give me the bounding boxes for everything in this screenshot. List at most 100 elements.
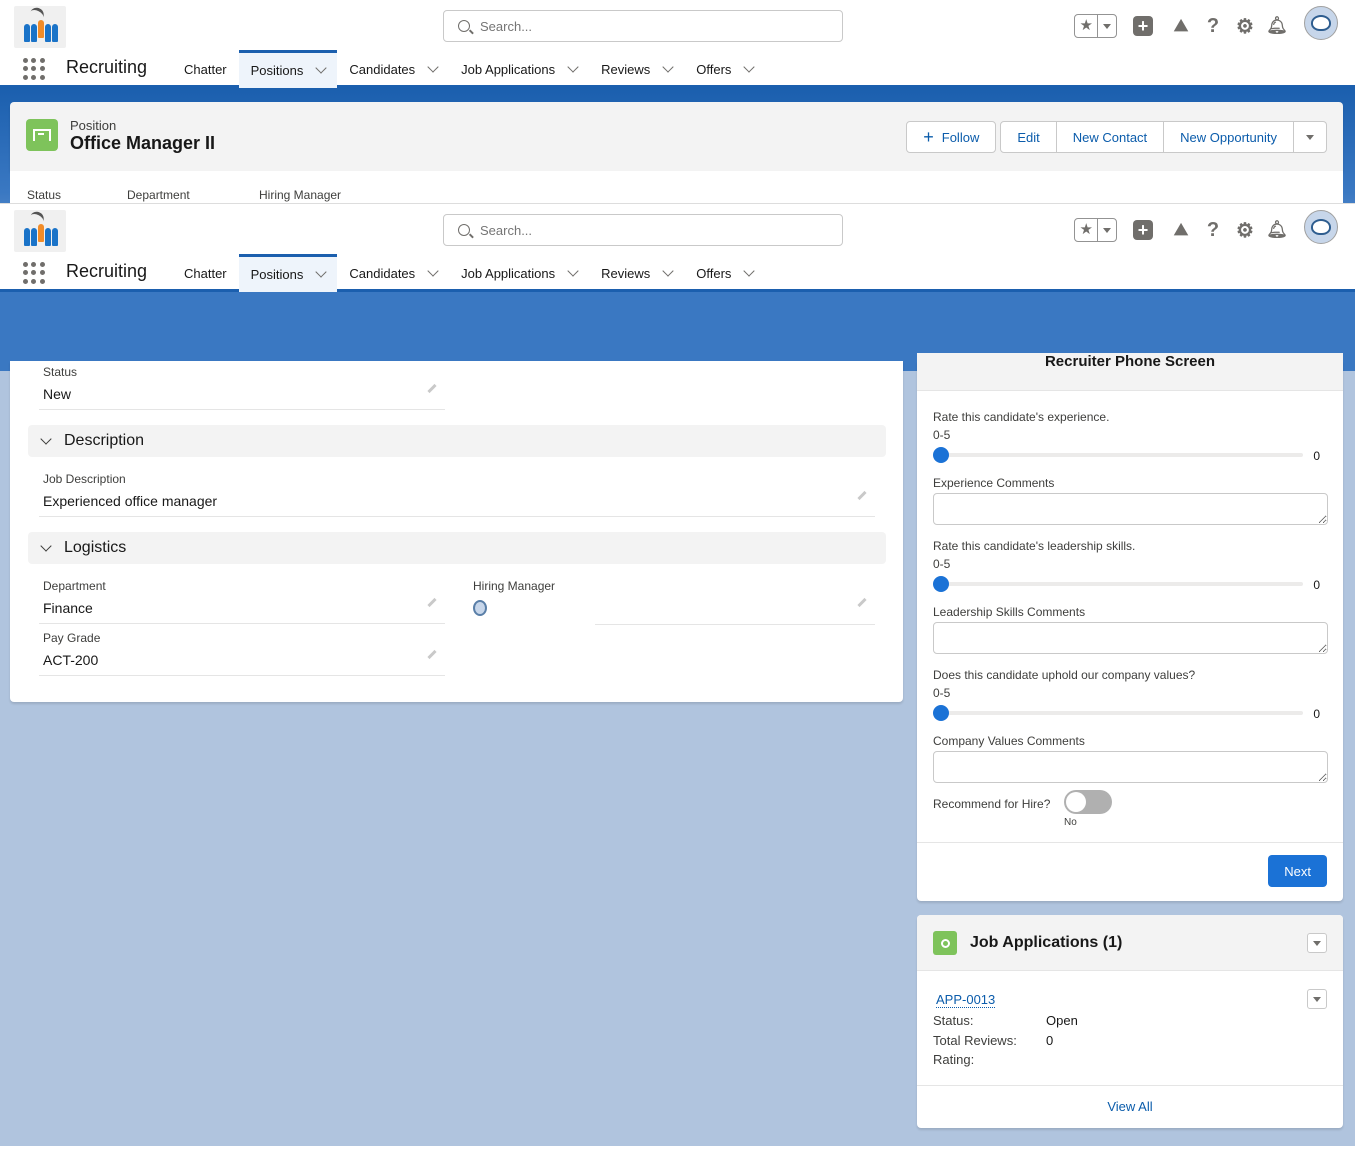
follow-label: Follow [941,129,980,145]
leadership-slider[interactable] [933,576,1303,592]
section-logistics[interactable]: Logistics [28,532,886,564]
related-field-value: Open [1046,1013,1078,1028]
edit-button[interactable]: Edit [1000,121,1057,153]
search-input[interactable] [480,18,820,34]
star-icon[interactable]: ★ [1075,15,1099,37]
trailhead-guide-icon[interactable]: ⛰ [1171,16,1191,36]
tab-job-applications[interactable]: Job Applications [449,254,589,292]
record-highlights-header: Position Office Manager II + Follow Edit … [10,102,1343,171]
chevron-down-icon[interactable] [567,60,579,73]
favorites-button[interactable]: ★ [1074,14,1117,38]
more-actions-button[interactable] [1294,121,1327,153]
chevron-down-icon[interactable] [567,264,579,277]
user-avatar[interactable] [1304,210,1338,244]
new-opportunity-button[interactable]: New Opportunity [1164,121,1294,153]
trailhead-guide-icon[interactable]: ⛰ [1171,220,1191,240]
app-launcher-icon[interactable] [23,262,45,284]
record-row-menu-button[interactable] [1307,989,1327,1009]
slider-thumb[interactable] [933,576,949,592]
related-field-label: Total Reviews: [933,1033,1017,1048]
caret-down-icon [1306,134,1314,140]
app-launcher-icon[interactable] [23,58,45,80]
favorites-menu-button[interactable] [1098,15,1116,37]
chevron-down-icon [40,539,52,552]
tab-positions[interactable]: Positions [238,50,338,88]
experience-slider[interactable] [933,447,1303,463]
experience-comments-input[interactable] [933,493,1328,525]
chevron-down-icon[interactable] [743,60,756,73]
favorites-button[interactable]: ★ [1074,218,1117,242]
company-values-comments-input[interactable] [933,751,1328,783]
new-contact-button[interactable]: New Contact [1056,121,1165,153]
slider-thumb[interactable] [933,447,949,463]
magnifier-icon [940,938,950,948]
chevron-down-icon[interactable] [662,60,674,73]
chevron-down-icon[interactable] [315,266,328,278]
recruiting-logo[interactable] [14,5,66,48]
global-actions-button[interactable]: + [1133,16,1153,36]
caret-down-icon [1103,23,1112,29]
field-hiring-manager: Hiring Manager [473,579,875,625]
section-title: Logistics [64,539,127,556]
related-list-menu-button[interactable] [1307,933,1327,953]
tab-reviews[interactable]: Reviews [589,254,684,292]
tab-job-applications[interactable]: Job Applications [449,50,589,88]
chevron-down-icon[interactable] [427,60,439,73]
setup-gear-icon[interactable]: ⚙ [1235,16,1255,38]
chevron-down-icon[interactable] [315,62,328,74]
global-search[interactable] [443,214,843,246]
hiring-manager-avatar[interactable] [473,600,487,616]
tab-label: Offers [696,265,732,281]
app-name: Recruiting [66,261,148,281]
slider-track[interactable] [933,582,1303,586]
field-label: Pay Grade [43,631,101,645]
field-divider [39,675,445,676]
user-avatar[interactable] [1304,6,1338,40]
tab-chatter[interactable]: Chatter [172,254,239,292]
tab-chatter[interactable]: Chatter [172,50,239,88]
tab-positions[interactable]: Positions [238,254,338,292]
related-field-label: Rating: [933,1052,975,1067]
setup-gear-icon[interactable]: ⚙ [1235,220,1255,242]
related-list-title[interactable]: Job Applications (1) [970,934,1122,952]
tab-reviews[interactable]: Reviews [589,50,684,88]
compact-field-hiring-manager: Hiring Manager [259,188,342,202]
job-application-link[interactable]: APP-0013 [936,992,996,1008]
plus-icon: + [1133,16,1153,36]
star-icon[interactable]: ★ [1075,219,1099,241]
notifications-bell-icon[interactable]: 🔔︎ [1266,220,1288,240]
slider-track[interactable] [933,711,1303,715]
compact-fields: Status Department Hiring Manager [10,171,1343,203]
comment-label: Experience Comments [933,476,1055,490]
help-icon[interactable]: ? [1203,219,1223,241]
tab-label: Candidates [349,265,416,281]
favorites-menu-button[interactable] [1098,219,1116,241]
company-values-slider[interactable] [933,705,1303,721]
follow-button[interactable]: + Follow [906,121,997,153]
recommend-toggle[interactable] [1064,790,1112,814]
tab-candidates[interactable]: Candidates [337,50,449,88]
view-all-link[interactable]: View All [917,1085,1343,1128]
recruiting-logo[interactable] [14,209,66,252]
section-description[interactable]: Description [28,425,886,457]
slider-track[interactable] [933,453,1303,457]
next-button[interactable]: Next [1268,855,1327,887]
search-input[interactable] [480,222,820,238]
comment-label: Company Values Comments [933,734,1085,748]
global-actions-button[interactable]: + [1133,220,1153,240]
slider-thumb[interactable] [933,705,949,721]
global-search[interactable] [443,10,843,42]
chevron-down-icon[interactable] [427,264,439,277]
related-field-rating: Rating: [933,1052,1046,1067]
help-icon[interactable]: ? [1203,15,1223,37]
chevron-down-icon[interactable] [662,264,674,277]
leadership-comments-input[interactable] [933,622,1328,654]
tab-offers[interactable]: Offers [684,254,765,292]
tab-offers[interactable]: Offers [684,50,765,88]
tab-candidates[interactable]: Candidates [337,254,449,292]
chevron-down-icon[interactable] [743,264,756,277]
notifications-bell-icon[interactable]: 🔔︎ [1266,16,1288,36]
avatar-face-icon [1311,219,1331,235]
flow-title: Recruiter Phone Screen [917,353,1343,391]
field-divider [39,409,445,410]
